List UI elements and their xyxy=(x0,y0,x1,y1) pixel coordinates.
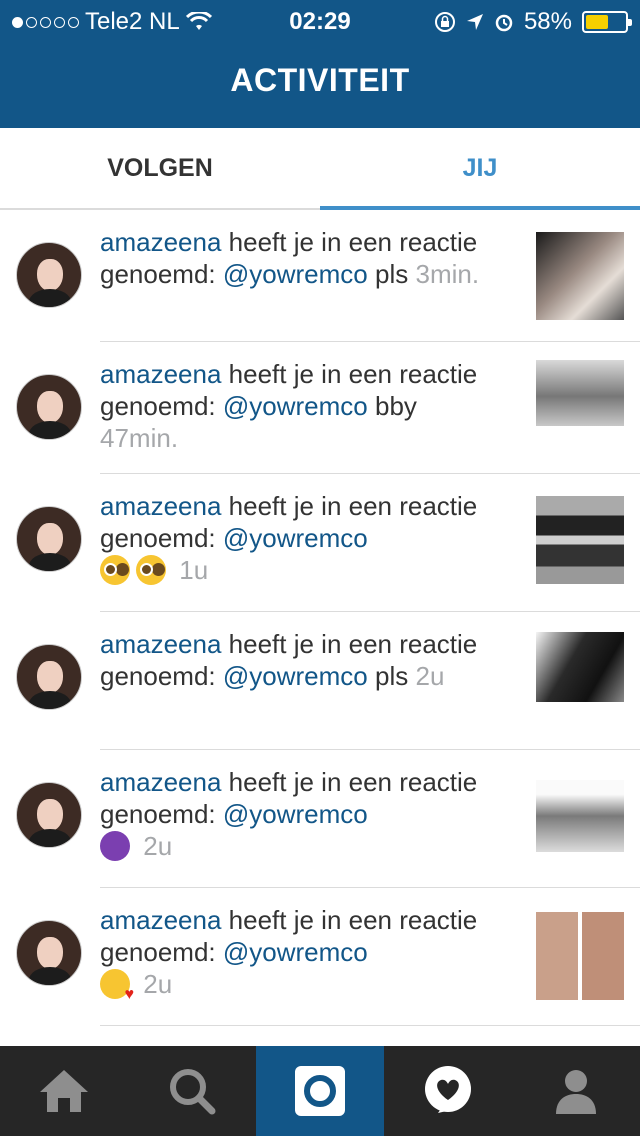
battery-icon xyxy=(582,11,632,33)
notification-text: amazeena heeft je in een reactie genoemd… xyxy=(100,490,500,586)
timestamp: 2u xyxy=(415,661,445,691)
tab-camera[interactable] xyxy=(256,1046,384,1136)
flushed-face-emoji xyxy=(100,555,130,585)
home-icon xyxy=(40,1070,88,1112)
timestamp: 3min. xyxy=(415,259,480,289)
avatar[interactable] xyxy=(16,644,82,710)
tab-jij[interactable]: JIJ xyxy=(320,128,640,210)
camera-icon xyxy=(295,1066,345,1116)
smiling-devil-emoji xyxy=(100,831,130,861)
search-icon xyxy=(170,1069,216,1115)
list-item[interactable]: amazeena heeft je in een reactie genoemd… xyxy=(0,342,640,474)
activity-heart-icon xyxy=(425,1066,471,1113)
avatar[interactable] xyxy=(16,242,82,308)
page-title: ACTIVITEIT xyxy=(230,62,410,98)
post-thumbnail[interactable] xyxy=(536,232,624,320)
mention-link[interactable]: @yowremco xyxy=(223,391,368,421)
username-link[interactable]: amazeena xyxy=(100,767,221,797)
top-bar: Tele2 NL 02:29 58% ACTIVITEIT xyxy=(0,0,640,128)
mention-link[interactable]: @yowremco xyxy=(223,259,368,289)
tab-profile[interactable] xyxy=(512,1046,640,1136)
battery-percentage: 58% xyxy=(523,8,572,35)
profile-icon xyxy=(556,1070,596,1114)
notification-text: amazeena heeft je in een reactie genoemd… xyxy=(100,904,500,1011)
kiss-face-emoji xyxy=(100,969,134,1011)
bottom-tab-bar xyxy=(0,1046,640,1136)
status-bar: Tele2 NL 02:29 58% xyxy=(0,0,640,40)
list-item[interactable]: amazeena heeft je in een reactie genoemd… xyxy=(0,612,640,750)
timestamp: 47min. xyxy=(100,423,179,453)
list-item[interactable]: amazeena heeft je in een reactie genoemd… xyxy=(0,210,640,342)
username-link[interactable]: amazeena xyxy=(100,629,221,659)
mention-link[interactable]: @yowremco xyxy=(223,661,368,691)
tab-volgen[interactable]: VOLGEN xyxy=(0,128,320,208)
avatar[interactable] xyxy=(16,782,82,848)
flushed-face-emoji xyxy=(136,555,166,585)
post-thumbnail[interactable] xyxy=(536,360,624,426)
mention-link[interactable]: @yowremco xyxy=(223,937,368,967)
notification-list: amazeena heeft je in een reactie genoemd… xyxy=(0,210,640,1046)
notification-text: amazeena heeft je in een reactie genoemd… xyxy=(100,226,500,290)
list-item[interactable]: amazeena heeft je in een reactie genoemd… xyxy=(0,888,640,1026)
post-thumbnail[interactable] xyxy=(536,632,624,702)
comment-text: pls xyxy=(375,259,409,289)
rotation-lock-icon xyxy=(434,12,455,32)
username-link[interactable]: amazeena xyxy=(100,905,221,935)
post-thumbnail[interactable] xyxy=(536,496,624,584)
mention-link[interactable]: @yowremco xyxy=(223,799,368,829)
tab-activity[interactable] xyxy=(384,1046,512,1136)
avatar[interactable] xyxy=(16,374,82,440)
timestamp: 2u xyxy=(143,831,173,861)
activity-tabs: VOLGEN JIJ xyxy=(0,128,640,210)
username-link[interactable]: amazeena xyxy=(100,359,221,389)
mention-link[interactable]: @yowremco xyxy=(223,523,368,553)
timestamp: 1u xyxy=(179,555,209,585)
notification-text: amazeena heeft je in een reactie genoemd… xyxy=(100,628,500,692)
timestamp: 2u xyxy=(143,969,173,999)
comment-text: pls xyxy=(375,661,409,691)
tab-home[interactable] xyxy=(0,1046,128,1136)
list-item[interactable]: amazeena heeft je in een reactie genoemd… xyxy=(0,750,640,888)
tab-search[interactable] xyxy=(128,1046,256,1136)
divider xyxy=(100,1025,640,1026)
avatar[interactable] xyxy=(16,506,82,572)
username-link[interactable]: amazeena xyxy=(100,227,221,257)
notification-text: amazeena heeft je in een reactie genoemd… xyxy=(100,358,500,454)
location-arrow-icon xyxy=(466,14,483,30)
alarm-icon xyxy=(495,14,513,32)
avatar[interactable] xyxy=(16,920,82,986)
username-link[interactable]: amazeena xyxy=(100,491,221,521)
post-thumbnail[interactable] xyxy=(536,912,624,1000)
notification-text: amazeena heeft je in een reactie genoemd… xyxy=(100,766,500,862)
list-item[interactable]: amazeena heeft je in een reactie genoemd… xyxy=(0,474,640,612)
post-thumbnail[interactable] xyxy=(536,780,624,852)
comment-text: bby xyxy=(375,391,417,421)
